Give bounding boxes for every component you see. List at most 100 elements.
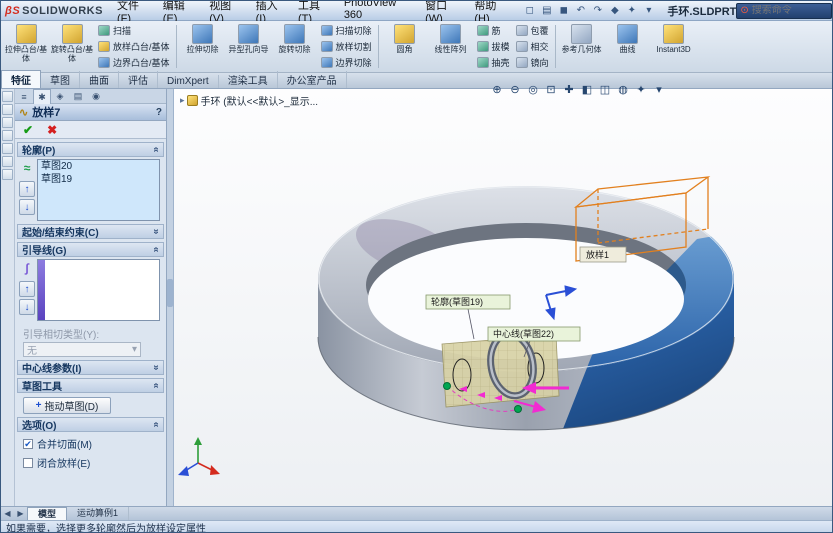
section-header-guides[interactable]: 引导线(G) « (17, 242, 164, 257)
display-style-icon[interactable]: ◧ (578, 81, 596, 97)
previous-view-icon[interactable]: ◎ (524, 81, 542, 97)
redo-icon[interactable]: ↷ (589, 3, 606, 18)
flyout-tree-label[interactable]: 手环 (默认<<默认>_显示... (201, 93, 319, 108)
section-header-constraints[interactable]: 起始/结束约束(C) » (17, 224, 164, 239)
toolbar-dropdown-icon[interactable]: ▾ (640, 3, 657, 18)
left-toolbar-icon-4[interactable] (2, 130, 13, 141)
left-toolbar-icon-7[interactable] (2, 169, 13, 180)
section-header-centerline[interactable]: 中心线参数(I) » (17, 360, 164, 375)
search-command-box[interactable]: ⊙ (736, 2, 832, 19)
merge-tangent-faces-checkbox[interactable]: ✔ (23, 438, 33, 449)
open-icon[interactable]: ▤ (538, 3, 555, 18)
tab-features[interactable]: 特征 (1, 70, 41, 88)
swept-cut-button[interactable]: 扫描切除 (318, 23, 375, 39)
extruded-boss-button[interactable]: 拉伸凸台/基体 (3, 22, 49, 71)
boundary-cut-button[interactable]: 边界切除 (318, 55, 375, 71)
move-guide-up-button[interactable]: ↑ (19, 281, 35, 297)
tab-sketch[interactable]: 草图 (41, 71, 80, 88)
endpoint-marker[interactable] (443, 382, 451, 390)
section-header-options[interactable]: 选项(O) « (17, 417, 164, 432)
configurationmanager-tab-icon[interactable]: ◈ (51, 89, 69, 104)
rib-button[interactable]: 筋 (474, 23, 513, 39)
collapse-chevron-icon[interactable]: « (151, 247, 162, 253)
fillet-button[interactable]: 圆角 (382, 22, 428, 71)
flyout-feature-tree[interactable]: ▸ 手环 (默认<<默认>_显示... (180, 93, 318, 108)
linear-pattern-button[interactable]: 线性阵列 (428, 22, 474, 71)
profiles-selection-list[interactable]: 草图20 草图19 (37, 159, 160, 221)
panel-splitter[interactable] (167, 89, 174, 506)
hole-wizard-button[interactable]: 异型孔向导 (226, 22, 272, 71)
guides-selection-list[interactable] (37, 259, 160, 321)
3d-model-canvas[interactable]: 放样1 轮廓(草图19) 中心线(草图22) (174, 89, 833, 506)
expand-chevron-icon[interactable]: » (151, 365, 162, 371)
featuremanager-tab-icon[interactable]: ≡ (15, 89, 33, 104)
wrap-button[interactable]: 包覆 (513, 23, 552, 39)
collapse-chevron-icon[interactable]: « (151, 383, 162, 389)
collapse-chevron-icon[interactable]: « (151, 422, 162, 428)
ok-button[interactable]: ✔ (23, 123, 33, 137)
lofted-cut-button[interactable]: 放样切割 (318, 39, 375, 55)
swept-boss-button[interactable]: 扫描 (95, 23, 173, 39)
left-toolbar-icon-3[interactable] (2, 117, 13, 128)
scroll-tabs-right-icon[interactable]: ▶ (14, 509, 27, 518)
left-toolbar-icon-1[interactable] (2, 91, 13, 102)
zoom-area-icon[interactable]: ⊖ (506, 81, 524, 97)
section-header-sketch-tools[interactable]: 草图工具 « (17, 378, 164, 393)
help-icon[interactable]: ? (156, 107, 162, 118)
section-header-profiles[interactable]: 轮廓(P) « (17, 142, 164, 157)
propertymanager-tab-icon[interactable]: ✱ (33, 89, 51, 104)
view-settings-dropdown-icon[interactable]: ▾ (650, 81, 668, 97)
dimxpertmanager-tab-icon[interactable]: ▤ (69, 89, 87, 104)
graphics-area[interactable]: 放样1 轮廓(草图19) 中心线(草图22) (174, 89, 833, 506)
displaymanager-tab-icon[interactable]: ◉ (87, 89, 105, 104)
search-input[interactable] (751, 5, 824, 16)
endpoint-marker[interactable] (514, 405, 522, 413)
boundary-boss-button[interactable]: 边界凸台/基体 (95, 55, 173, 71)
left-toolbar-icon-6[interactable] (2, 156, 13, 167)
tab-evaluate[interactable]: 评估 (119, 71, 158, 88)
cancel-button[interactable]: ✖ (47, 123, 57, 137)
move-profile-down-button[interactable]: ↓ (19, 199, 35, 215)
shell-button[interactable]: 抽壳 (474, 55, 513, 71)
scroll-tabs-left-icon[interactable]: ◀ (1, 509, 14, 518)
left-toolbar-icon-2[interactable] (2, 104, 13, 115)
intersect-button[interactable]: 相交 (513, 39, 552, 55)
profile-list-item[interactable]: 草图19 (38, 173, 159, 186)
tab-render-tools[interactable]: 渲染工具 (219, 71, 278, 88)
profile-list-item[interactable]: 草图20 (38, 160, 159, 173)
collapse-chevron-icon[interactable]: « (151, 147, 162, 153)
apply-scene-icon[interactable]: ✦ (632, 81, 650, 97)
guide-tangency-dropdown[interactable]: 无 ▾ (23, 342, 141, 357)
left-toolbar-icon-5[interactable] (2, 143, 13, 154)
revolved-boss-button[interactable]: 旋转凸台/基体 (49, 22, 95, 71)
save-icon[interactable]: ◼ (555, 3, 572, 18)
edit-appearance-icon[interactable]: ◍ (614, 81, 632, 97)
curves-button[interactable]: 曲线 (605, 22, 651, 71)
hide-show-items-icon[interactable]: ◫ (596, 81, 614, 97)
revolved-cut-button[interactable]: 旋转切除 (272, 22, 318, 71)
extruded-cut-button[interactable]: 拉伸切除 (180, 22, 226, 71)
close-loft-checkbox[interactable] (23, 457, 33, 468)
tab-office-products[interactable]: 办公室产品 (278, 71, 347, 88)
motion-study-tab[interactable]: 运动算例1 (67, 507, 130, 520)
expand-chevron-icon[interactable]: » (151, 229, 162, 235)
tab-dimxpert[interactable]: DimXpert (158, 75, 219, 88)
mirror-button[interactable]: 镜向 (513, 55, 552, 71)
options-icon[interactable]: ✦ (623, 3, 640, 18)
model-tab[interactable]: 模型 (27, 507, 68, 520)
lofted-boss-button[interactable]: 放样凸台/基体 (95, 39, 173, 55)
instant3d-button[interactable]: Instant3D (651, 22, 697, 71)
flyout-expand-icon[interactable]: ▸ (180, 95, 185, 106)
rebuild-icon[interactable]: ◆ (606, 3, 623, 18)
move-profile-up-button[interactable]: ↑ (19, 181, 35, 197)
move-guide-down-button[interactable]: ↓ (19, 299, 35, 315)
draft-button[interactable]: 拔模 (474, 39, 513, 55)
reference-geometry-button[interactable]: 参考几何体 (559, 22, 605, 71)
tab-surfaces[interactable]: 曲面 (80, 71, 119, 88)
view-orientation-icon[interactable]: ✚ (560, 81, 578, 97)
new-document-icon[interactable]: ◻ (521, 3, 538, 18)
drag-sketch-button[interactable]: + 拖动草图(D) (23, 397, 111, 414)
splitter-handle[interactable] (167, 279, 173, 307)
zoom-fit-icon[interactable]: ⊕ (488, 81, 506, 97)
section-view-icon[interactable]: ⊡ (542, 81, 560, 97)
